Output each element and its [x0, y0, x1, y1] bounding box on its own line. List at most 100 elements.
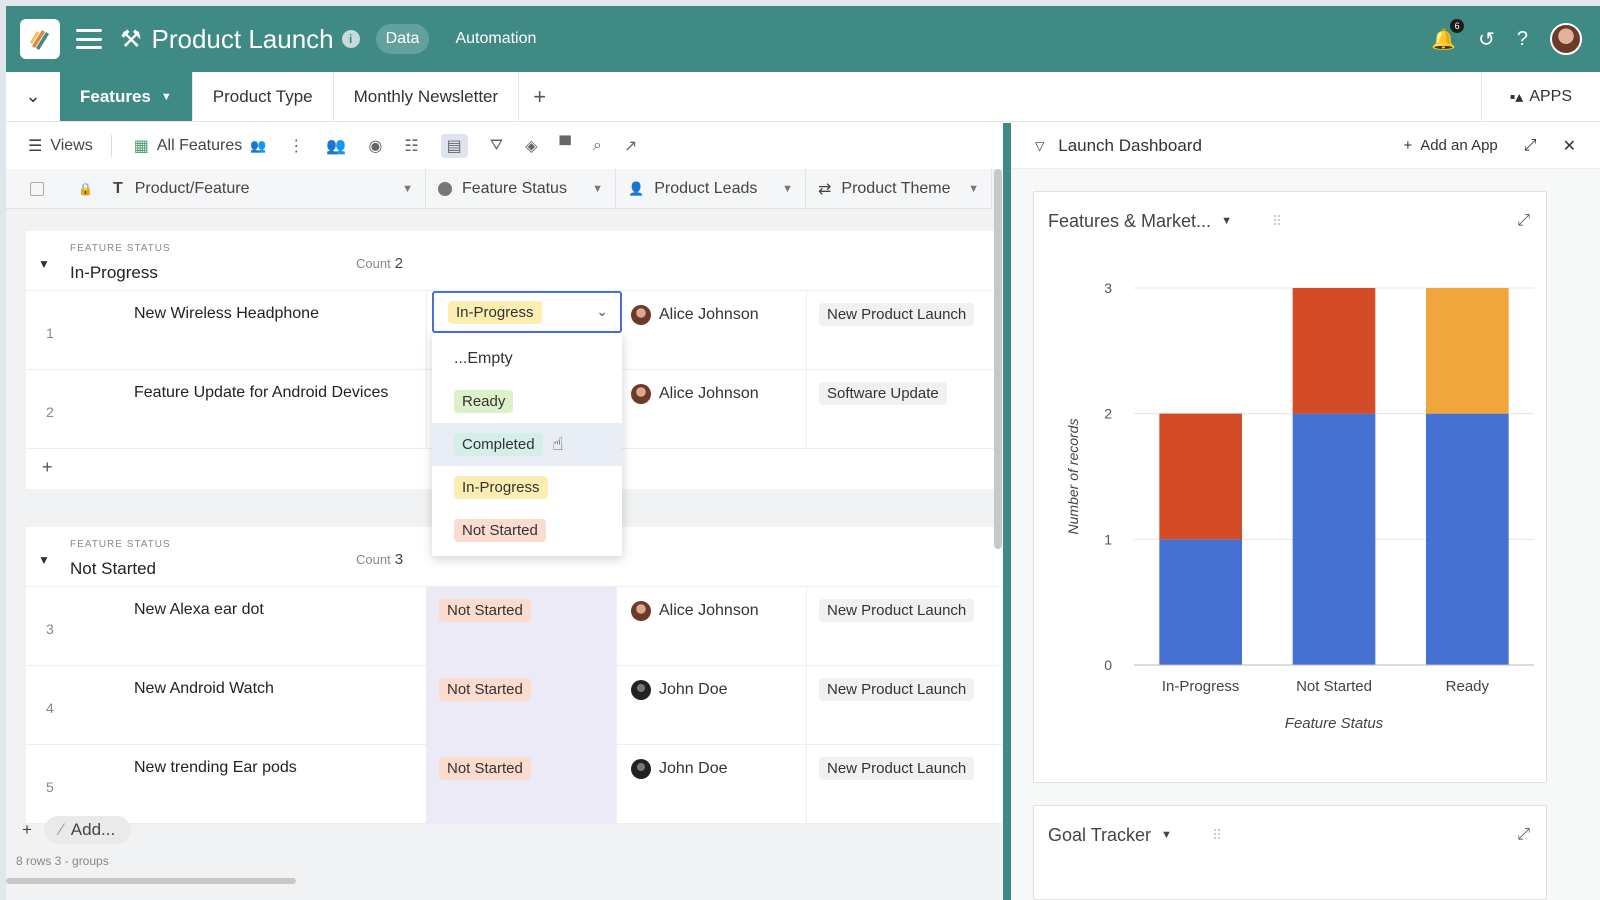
select-all-checkbox[interactable] — [30, 181, 44, 196]
collapse-triangle-icon[interactable]: ▼ — [38, 257, 50, 271]
tab-monthly-newsletter[interactable]: Monthly Newsletter — [334, 72, 520, 121]
tab-product-type[interactable]: Product Type — [193, 72, 334, 121]
row-product-name[interactable]: New Android Watch — [134, 680, 274, 698]
color-icon[interactable]: ◈ — [525, 136, 537, 156]
caret-down-icon[interactable]: ▼ — [402, 183, 413, 195]
tab-features[interactable]: Features ▼ — [60, 72, 193, 121]
tools-icon: ⚒ — [120, 25, 142, 53]
theme-cell[interactable]: New Product Launch — [806, 291, 1002, 370]
info-icon[interactable]: i — [341, 30, 360, 48]
table-row[interactable]: 3 New Alexa ear dot Not Started Alice Jo… — [26, 587, 1002, 666]
group-header[interactable]: ▼ FEATURE STATUS In-Progress Count 2 — [26, 231, 1002, 291]
panel-resize-handle[interactable] — [1003, 123, 1011, 900]
dropdown-option-not-started[interactable]: Not Started — [432, 509, 622, 552]
theme-cell[interactable]: New Product Launch — [806, 587, 1002, 666]
dropdown-option-empty[interactable]: ...Empty — [432, 337, 622, 380]
expand-icon[interactable]: ⤢ — [1517, 826, 1530, 844]
caret-down-icon[interactable]: ▼ — [1221, 215, 1232, 227]
row-number: 1 — [46, 325, 54, 341]
row-product-name[interactable]: New trending Ear pods — [134, 759, 297, 777]
top-tab-automation[interactable]: Automation — [445, 24, 546, 54]
lead-avatar — [631, 384, 651, 404]
add-app-button[interactable]: + Add an App — [1403, 137, 1497, 154]
goal-card-title[interactable]: Goal Tracker — [1048, 825, 1151, 846]
leads-cell[interactable]: Alice Johnson — [616, 587, 806, 666]
add-tab-icon[interactable]: + — [519, 72, 560, 121]
top-tab-data[interactable]: Data — [375, 24, 430, 54]
close-icon[interactable]: ✕ — [1563, 136, 1576, 156]
apps-icon: ▪▴ — [1509, 88, 1524, 106]
row-height-icon[interactable]: ☷ — [404, 136, 418, 156]
theme-pill: New Product Launch — [819, 757, 975, 780]
dropdown-option-completed[interactable]: Completed ☝ — [432, 423, 622, 466]
chart-card: Features & Market... ▼ ⠿ ⤢ 0 1 2 3 In-Progre… — [1033, 191, 1547, 783]
caret-down-icon[interactable]: ▼ — [782, 183, 793, 195]
caret-down-icon[interactable]: ▼ — [968, 183, 979, 195]
group-icon[interactable]: ▤ — [440, 134, 468, 158]
theme-pill: New Product Launch — [819, 678, 975, 701]
theme-cell[interactable]: New Product Launch — [806, 745, 1002, 824]
filter-icon[interactable]: ⛛ — [490, 137, 503, 155]
notification-badge: 6 — [1450, 18, 1465, 33]
group-not-started: ▼ FEATURE STATUS Not Started Count 3 3 Ne… — [26, 527, 1002, 824]
status-cell[interactable]: Not Started — [426, 745, 616, 824]
row-product-name[interactable]: New Wireless Headphone — [134, 305, 319, 323]
vertical-scrollbar[interactable] — [994, 169, 1002, 549]
search-icon[interactable]: ⌕ — [593, 137, 602, 155]
list-icon: ☰ — [28, 138, 43, 155]
collapse-triangle-icon[interactable]: ▼ — [38, 553, 50, 567]
hide-fields-icon[interactable]: ◉ — [368, 136, 382, 156]
chevron-down-icon[interactable]: ⌄ — [596, 303, 608, 320]
column-header-status[interactable]: Feature Status ▼ — [426, 169, 616, 209]
group-count-label: Count — [356, 256, 391, 271]
user-avatar[interactable] — [1550, 23, 1582, 55]
chevron-down-icon[interactable]: ▽ — [1035, 139, 1044, 153]
apps-button[interactable]: ▪▴ APPS — [1480, 72, 1600, 121]
dropdown-option-in-progress[interactable]: In-Progress — [432, 466, 622, 509]
column-leads-label: Product Leads — [654, 179, 758, 197]
expand-icon[interactable]: ⤢ — [1524, 137, 1537, 155]
freeze-icon[interactable]: ▀ — [560, 137, 571, 155]
dropdown-option-ready[interactable]: Ready — [432, 380, 622, 423]
column-header-theme[interactable]: ⇄ Product Theme ▼ — [806, 169, 992, 209]
hamburger-menu-icon[interactable] — [76, 29, 102, 49]
group-count-value: 2 — [394, 255, 404, 272]
table-row[interactable]: 5 New trending Ear pods Not Started John… — [26, 745, 1002, 824]
view-selector[interactable]: ▦ All Features 👥 — [134, 136, 267, 156]
chevron-down-icon[interactable]: ⌄ — [6, 72, 60, 121]
caret-down-icon[interactable]: ▼ — [592, 183, 603, 195]
views-button[interactable]: ☰ Views — [28, 136, 93, 156]
column-header-name[interactable]: 🔒 T Product/Feature ▼ — [6, 169, 426, 209]
column-status-label: Feature Status — [462, 179, 567, 197]
leads-cell[interactable]: John Doe — [616, 666, 806, 745]
chart-card-title[interactable]: Features & Market... — [1048, 211, 1211, 232]
more-options-icon[interactable]: ⋮ — [288, 136, 304, 156]
drag-handle-icon[interactable]: ⠿ — [1212, 827, 1222, 844]
plus-icon[interactable]: + — [22, 820, 32, 840]
theme-cell[interactable]: New Product Launch — [806, 666, 1002, 745]
expand-icon[interactable]: ⤢ — [1517, 212, 1530, 230]
people-icon[interactable]: 👥 — [326, 136, 346, 156]
notification-bell-icon[interactable]: 🔔 6 — [1431, 18, 1465, 52]
row-product-name[interactable]: Feature Update for Android Devices — [134, 384, 388, 402]
horizontal-scrollbar[interactable] — [6, 878, 296, 884]
row-product-name[interactable]: New Alexa ear dot — [134, 601, 264, 619]
caret-down-icon[interactable]: ▼ — [161, 91, 172, 103]
add-button[interactable]: ⁄ Add... — [43, 816, 132, 844]
help-icon[interactable]: ? — [1517, 28, 1528, 51]
leads-cell[interactable]: Alice Johnson — [616, 291, 806, 370]
drag-handle-icon[interactable]: ⠿ — [1272, 213, 1282, 230]
share-icon[interactable]: ↗ — [624, 136, 637, 156]
status-cell[interactable]: Not Started — [426, 666, 616, 745]
caret-down-icon[interactable]: ▼ — [1161, 829, 1172, 841]
app-logo-icon[interactable] — [20, 19, 60, 59]
history-icon[interactable]: ↺ — [1478, 27, 1495, 52]
leads-cell[interactable]: Alice Johnson — [616, 370, 806, 449]
table-row[interactable]: 4 New Android Watch Not Started John Doe… — [26, 666, 1002, 745]
status-select[interactable]: In-Progress ⌄ — [432, 291, 622, 333]
theme-cell[interactable]: Software Update — [806, 370, 1002, 449]
status-cell[interactable]: Not Started — [426, 587, 616, 666]
column-header-leads[interactable]: 👤 Product Leads ▼ — [616, 169, 806, 209]
plus-icon: + — [1403, 137, 1413, 154]
leads-cell[interactable]: John Doe — [616, 745, 806, 824]
